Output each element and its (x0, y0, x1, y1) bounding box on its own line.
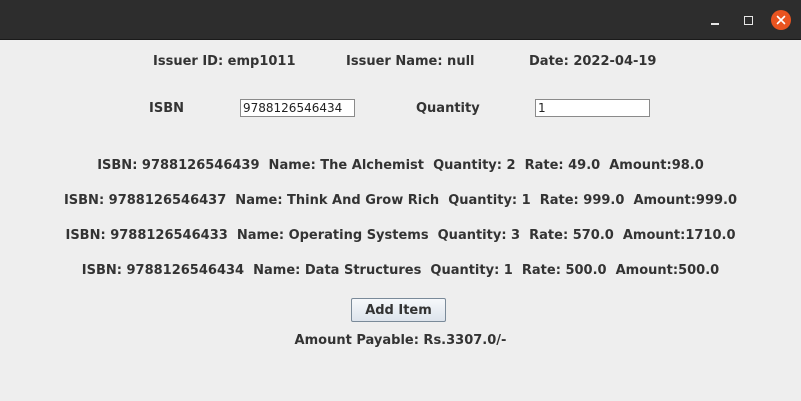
close-icon (771, 10, 791, 30)
item-row: ISBN: 9788126546439 Name: The Alchemist … (97, 158, 704, 173)
maximize-icon (743, 15, 753, 25)
item-row: ISBN: 9788126546433 Name: Operating Syst… (65, 228, 736, 243)
isbn-input[interactable] (240, 99, 355, 117)
quantity-label: Quantity (416, 101, 480, 116)
date-label: Date: 2022-04-19 (529, 54, 657, 69)
amount-payable-label: Amount Payable: Rs.3307.0/- (294, 333, 507, 348)
quantity-input[interactable] (535, 99, 650, 117)
minimize-icon (711, 22, 719, 25)
issuer-id-label: Issuer ID: emp1011 (153, 54, 296, 69)
issuer-name-label: Issuer Name: null (346, 54, 475, 69)
maximize-button[interactable] (737, 9, 759, 31)
minimize-button[interactable] (704, 9, 726, 31)
isbn-label: ISBN (149, 101, 184, 116)
close-button[interactable] (770, 9, 792, 31)
issue-book-panel: Issuer ID: emp1011 Issuer Name: null Dat… (0, 40, 801, 401)
window-titlebar (0, 0, 801, 40)
add-item-button[interactable]: Add Item (351, 298, 446, 322)
item-row: ISBN: 9788126546434 Name: Data Structure… (81, 263, 720, 278)
item-row: ISBN: 9788126546437 Name: Think And Grow… (63, 193, 738, 208)
